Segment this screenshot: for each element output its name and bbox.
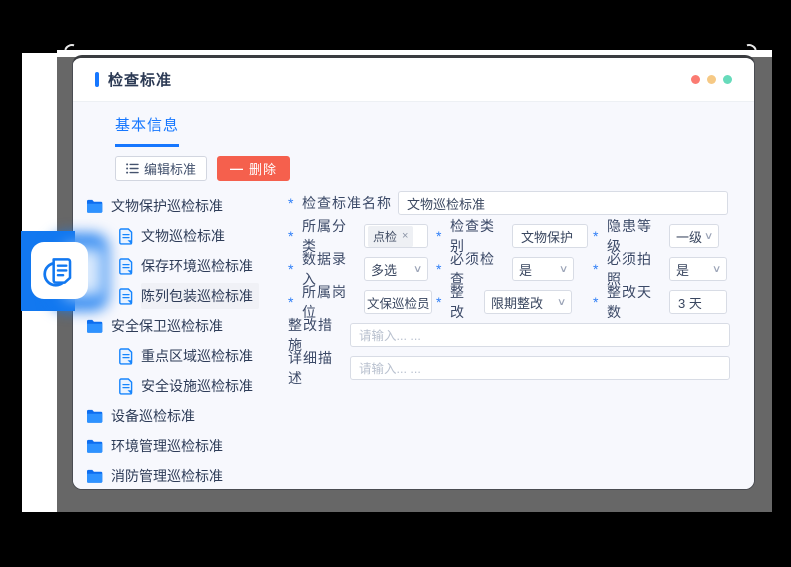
tree-folder-security[interactable]: 安全保卫巡检标准 [86,311,288,341]
form-row-2: * 所属分类 点检 * 检查类别 [288,224,738,248]
dot-teal-icon [723,75,732,84]
document-icon [119,228,133,245]
required-asterisk: * [288,228,302,244]
form-row-measures: 整改措施 [288,323,738,347]
rectify-days-label: 整改天数 [607,282,663,322]
list-icon [126,163,139,174]
form-row-3: * 数据录入 多选 * 必须检查 是 [288,257,738,281]
window-body: 基本信息 编辑标准 — 删除 文物保护巡检标准 [73,102,754,489]
tab-basic-info[interactable]: 基本信息 [115,114,179,147]
folder-icon [86,199,103,213]
rectify-days-value: 3 天 [678,293,702,312]
category-tag-select[interactable]: 点检 [364,224,428,248]
must-check-value: 是 [519,260,532,279]
chevron-down-icon [413,264,423,275]
toolbar: 编辑标准 — 删除 [115,156,754,181]
form-row-4: * 所属岗位 * 整改 限期整改 [288,290,738,314]
title-accent-bar [95,72,99,87]
tree-item-key-area-inspection[interactable]: 重点区域巡检标准 [86,341,288,371]
must-check-select[interactable]: 是 [512,257,574,281]
tree-item-label: 安全保卫巡检标准 [111,316,223,336]
tree-folder-relic-protection[interactable]: 文物保护巡检标准 [86,191,288,221]
required-asterisk: * [436,261,450,277]
chevron-down-icon [704,231,714,242]
data-entry-select[interactable]: 多选 [364,257,428,281]
description-label: 详细描述 [288,348,344,388]
tree-item-label: 重点区域巡检标准 [141,346,253,366]
category-tag: 点检 [368,226,413,247]
tree-item-security-facility-inspection[interactable]: 安全设施巡检标准 [86,371,288,401]
tree-item-label: 文物保护巡检标准 [111,196,223,216]
rectify-label: 整改 [450,282,478,322]
dot-red-icon [691,75,700,84]
tree-item-label: 设备巡检标准 [111,406,195,426]
folder-icon [86,319,103,333]
tree-item-relic-inspection[interactable]: 文物巡检标准 [86,221,288,251]
main-content: 文物保护巡检标准 文物巡检标准 保存环境巡检标准 陈列包装巡检标准 安全保卫巡检 [73,191,754,490]
tag-close-icon[interactable] [402,230,408,242]
edit-standard-button[interactable]: 编辑标准 [115,156,207,181]
folder-icon [86,409,103,423]
must-photo-select[interactable]: 是 [669,257,727,281]
required-asterisk: * [436,294,450,310]
must-photo-value: 是 [676,260,689,279]
position-input[interactable] [364,290,432,314]
chevron-down-icon [559,264,569,275]
tree-folder-fire-management[interactable]: 消防管理巡检标准 [86,461,288,490]
form-row-description: 详细描述 [288,356,738,380]
window-dots [691,75,732,84]
window-header: 检查标准 [73,58,754,102]
standard-name-input[interactable] [398,191,728,215]
tree-item-label: 保存环境巡检标准 [141,256,253,276]
required-asterisk: * [593,228,607,244]
required-asterisk: * [288,261,302,277]
minus-icon: — [230,161,244,176]
tree-item-label: 消防管理巡检标准 [111,466,223,486]
form-row-name: * 检查标准名称 [288,191,738,215]
name-label: 检查标准名称 [302,193,392,213]
tree-item-storage-env-inspection[interactable]: 保存环境巡检标准 [86,251,288,281]
document-icon [119,348,133,365]
dot-yellow-icon [707,75,716,84]
tree-item-label: 陈列包装巡检标准 [141,286,253,306]
document-icon [119,378,133,395]
category-tag-label: 点检 [373,228,397,245]
page-title: 检查标准 [108,69,172,90]
rectify-select[interactable]: 限期整改 [484,290,572,314]
required-asterisk: * [288,294,302,310]
rectify-days-input[interactable]: 3 天 [669,290,727,314]
required-asterisk: * [593,261,607,277]
edit-standard-label: 编辑标准 [144,159,196,178]
delete-button[interactable]: — 删除 [217,156,290,181]
tree-item-label: 安全设施巡检标准 [141,376,253,396]
required-asterisk: * [436,228,450,244]
document-icon [119,288,133,305]
tree-item-label: 文物巡检标准 [141,226,225,246]
rectify-value: 限期整改 [491,293,543,312]
document-icon [119,258,133,275]
check-type-input[interactable] [512,224,588,248]
chevron-down-icon [557,297,567,308]
required-asterisk: * [288,195,302,211]
standard-form: * 检查标准名称 * 所属分类 点检 [288,191,738,490]
measures-input[interactable] [350,323,730,347]
hazard-level-value: 一级 [676,227,702,246]
tab-bar: 基本信息 [73,102,754,147]
inspection-document-icon [31,242,88,299]
delete-label: 删除 [249,159,277,178]
folder-icon [86,469,103,483]
folder-icon [86,439,103,453]
chevron-down-icon [712,264,722,275]
tree-folder-environment[interactable]: 环境管理巡检标准 [86,431,288,461]
hazard-level-select[interactable]: 一级 [669,224,719,248]
inspection-standard-window: 检查标准 基本信息 编辑标准 — 删除 [72,55,755,490]
tree-item-label: 环境管理巡检标准 [111,436,223,456]
standard-tree: 文物保护巡检标准 文物巡检标准 保存环境巡检标准 陈列包装巡检标准 安全保卫巡检 [86,191,288,490]
tree-folder-equipment[interactable]: 设备巡检标准 [86,401,288,431]
data-entry-value: 多选 [371,260,397,279]
required-asterisk: * [593,294,607,310]
description-input[interactable] [350,356,730,380]
tree-item-display-packaging-inspection[interactable]: 陈列包装巡检标准 [86,281,288,311]
